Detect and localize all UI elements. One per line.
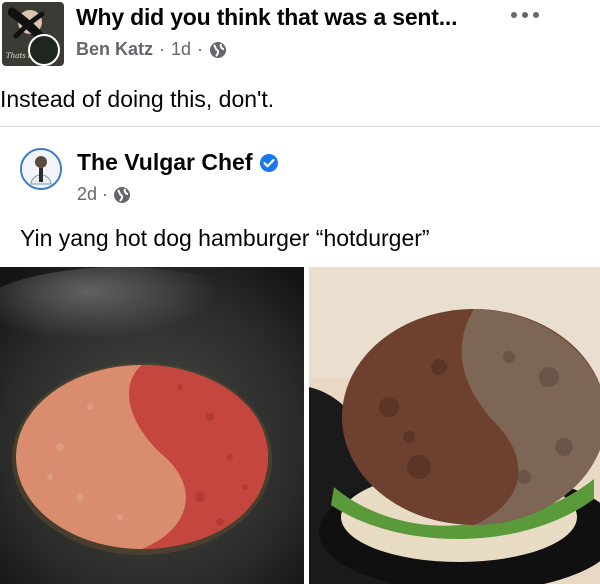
cooked-burger-image (309, 267, 600, 584)
more-options-icon[interactable] (505, 4, 545, 26)
avatar-badge (28, 34, 60, 66)
shared-author-avatar[interactable] (20, 148, 62, 190)
meta-separator: · (102, 184, 109, 204)
shared-caption: Yin yang hot dog hamburger “hotdurger” (20, 225, 430, 251)
shared-author-name-row: The Vulgar Chef (77, 149, 279, 176)
cooked-burger-photo[interactable] (309, 267, 600, 584)
post-meta: Ben Katz · 1d · (76, 39, 227, 60)
shared-post-card[interactable]: The Vulgar Chef 2d · Yin yang hot dog ha… (0, 126, 600, 584)
chef-avatar-image (22, 150, 60, 188)
globe-icon (114, 186, 131, 203)
more-dot (511, 12, 517, 18)
post-header: Thats a Why did you think that was a sen… (0, 0, 600, 80)
post-age[interactable]: 1d (171, 39, 191, 60)
shared-meta: 2d · (77, 184, 131, 205)
author-name[interactable]: Ben Katz (76, 39, 153, 60)
meta-separator: · (197, 39, 204, 59)
photo-grid (0, 267, 600, 584)
more-dot (522, 12, 528, 18)
globe-icon (210, 41, 227, 58)
meta-separator: · (159, 39, 166, 59)
raw-patty-photo[interactable] (0, 267, 304, 584)
post-title[interactable]: Why did you think that was a sent... (76, 4, 457, 31)
author-avatar[interactable]: Thats a (2, 2, 64, 66)
post-text: Instead of doing this, don't. (0, 86, 275, 112)
raw-patty-image (0, 267, 304, 584)
shared-author-name[interactable]: The Vulgar Chef (77, 149, 253, 176)
more-dot (533, 12, 539, 18)
shared-post-age[interactable]: 2d (77, 184, 97, 205)
verified-badge-icon (259, 153, 278, 172)
